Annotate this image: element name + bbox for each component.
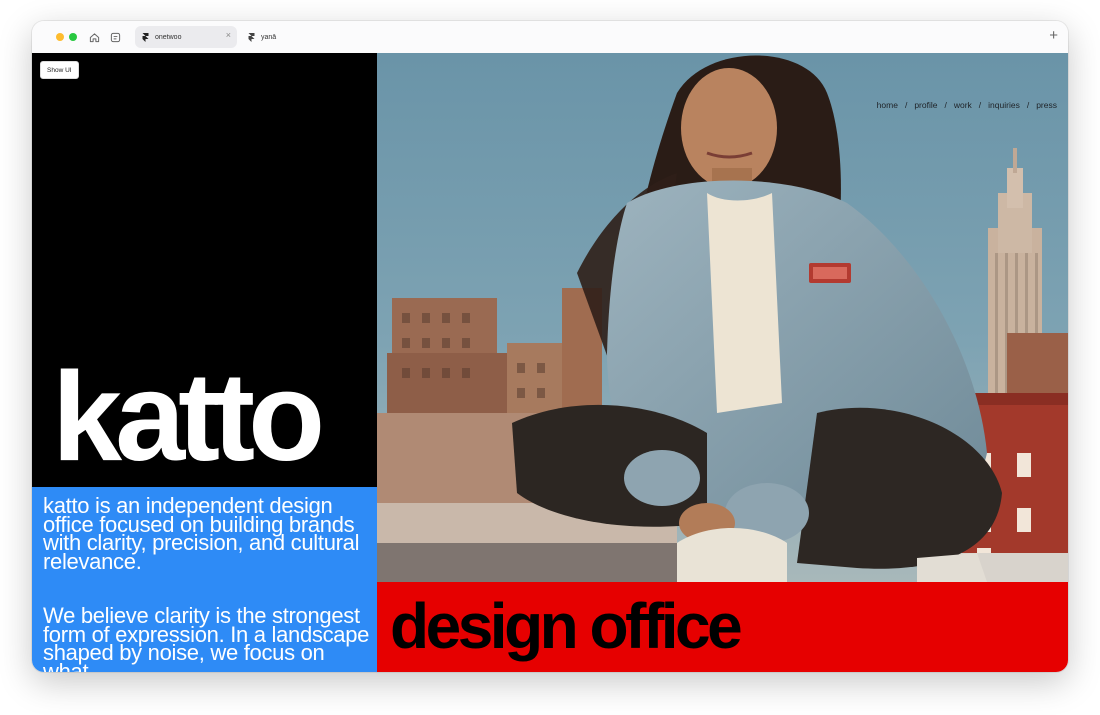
pages-icon[interactable] xyxy=(108,30,122,44)
website-viewport: Show UI katto katto is an independent de… xyxy=(32,53,1068,672)
nav-separator: / xyxy=(944,100,947,110)
browser-window: onetwoo × yanā + Show UI katto katto is … xyxy=(32,21,1068,672)
tab-yana[interactable]: yanā xyxy=(241,26,331,48)
tab-label: onetwoo xyxy=(155,33,182,41)
nav-work[interactable]: work xyxy=(954,100,972,110)
tagline-banner: design office xyxy=(377,582,1068,672)
nav-home[interactable]: home xyxy=(877,100,898,110)
intro-text: katto is an independent design office fo… xyxy=(43,493,360,574)
framer-logo-icon xyxy=(142,32,149,42)
hero-photo: home / profile / work / inquiries / pres… xyxy=(377,53,1068,582)
hero-left-panel: Show UI katto xyxy=(32,53,377,487)
nav-press[interactable]: press xyxy=(1036,100,1057,110)
site-nav: home / profile / work / inquiries / pres… xyxy=(877,100,1057,110)
close-tab-icon[interactable]: × xyxy=(226,30,231,40)
minimize-window-button[interactable] xyxy=(56,33,64,41)
nav-separator: / xyxy=(978,100,982,110)
zoom-window-button[interactable] xyxy=(69,33,77,41)
belief-text: We believe clarity is the strongest form… xyxy=(43,603,370,673)
nav-profile[interactable]: profile xyxy=(914,100,937,110)
nav-separator: / xyxy=(1026,100,1030,110)
nav-separator: / xyxy=(904,100,908,110)
tagline-text: design office xyxy=(390,590,743,662)
framer-logo-icon xyxy=(248,32,255,42)
new-tab-button[interactable]: + xyxy=(1049,27,1058,45)
intro-panel: katto is an independent design office fo… xyxy=(32,487,377,672)
home-icon[interactable] xyxy=(87,30,101,44)
show-ui-button[interactable]: Show UI xyxy=(40,61,79,79)
brand-wordmark: katto xyxy=(52,346,325,487)
nav-inquiries[interactable]: inquiries xyxy=(988,100,1020,110)
tab-bar: onetwoo × yanā + xyxy=(32,21,1068,640)
tab-label: yanā xyxy=(261,33,277,41)
tab-onetwoo[interactable]: onetwoo × xyxy=(135,26,237,48)
